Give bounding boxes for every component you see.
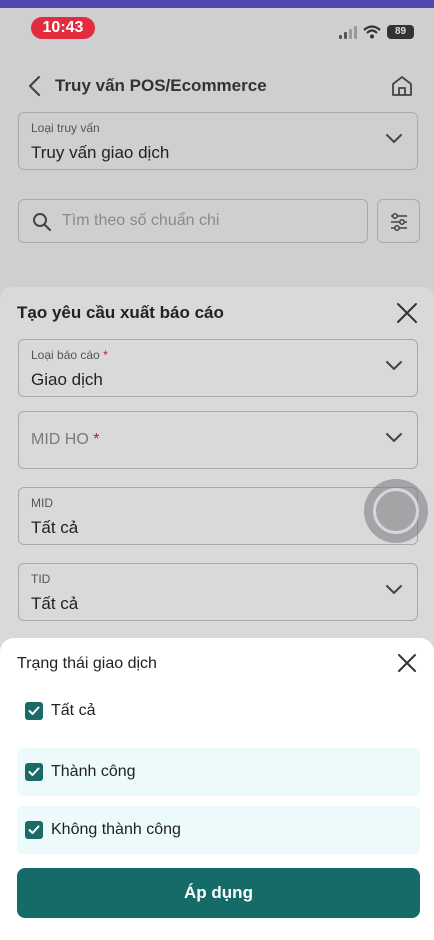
status-option-label: Không thành công [51, 821, 181, 838]
touch-ripple-ring [373, 488, 419, 534]
battery-icon: 89 [387, 25, 414, 39]
tid-label: TID [31, 572, 51, 586]
status-icons: 89 [339, 25, 414, 39]
wifi-icon [363, 25, 381, 39]
search-icon [33, 213, 51, 231]
filter-sliders-icon [391, 213, 407, 231]
status-option-label: Tất cả [51, 702, 96, 719]
close-icon[interactable] [396, 302, 418, 324]
back-arrow-icon[interactable] [24, 74, 46, 98]
status-option-success[interactable]: Thành công [17, 748, 420, 796]
page-title: Truy vấn POS/Ecommerce [55, 76, 267, 95]
nav-bar: Truy vấn POS/Ecommerce [0, 68, 434, 104]
home-icon[interactable] [390, 74, 414, 98]
status-time: 10:43 [31, 17, 95, 39]
close-icon[interactable] [397, 653, 417, 673]
report-type-label: Loại báo cáo * [31, 348, 108, 362]
report-type-label-text: Loại báo cáo [31, 348, 100, 362]
chevron-down-icon [386, 433, 402, 443]
status-sheet-title: Trạng thái giao dịch [17, 655, 157, 672]
search-placeholder: Tìm theo số chuẩn chi [62, 212, 220, 229]
checkbox-checked-icon[interactable] [25, 763, 43, 781]
chevron-down-icon [386, 585, 402, 595]
status-option-failed[interactable]: Không thành công [17, 806, 420, 854]
top-accent-bar [0, 0, 434, 8]
filter-button[interactable] [377, 199, 420, 243]
transaction-status-sheet: Trạng thái giao dịch Tất cả Thành công K… [0, 638, 434, 940]
mid-ho-placeholder-text: MID HO [31, 431, 89, 448]
tid-select[interactable]: TID Tất cả [18, 563, 418, 621]
mid-ho-placeholder: MID HO * [31, 431, 99, 449]
checkbox-checked-icon[interactable] [25, 702, 43, 720]
mid-ho-select[interactable]: MID HO * [18, 411, 418, 469]
report-sheet-title: Tạo yêu cầu xuất báo cáo [17, 303, 224, 322]
mid-value: Tất cả [31, 518, 79, 537]
status-option-label: Thành công [51, 763, 136, 780]
report-type-value: Giao dịch [31, 370, 103, 389]
checkbox-checked-icon[interactable] [25, 821, 43, 839]
search-input[interactable]: Tìm theo số chuẩn chi [18, 199, 368, 243]
tid-value: Tất cả [31, 594, 79, 613]
signal-icon [339, 25, 357, 39]
mid-label: MID [31, 496, 53, 510]
query-type-select[interactable]: Loại truy vấn Truy vấn giao dịch [18, 112, 418, 170]
query-type-label: Loại truy vấn [31, 121, 100, 135]
apply-button[interactable]: Áp dụng [17, 868, 420, 918]
status-option-all[interactable]: Tất cả [17, 687, 420, 735]
touch-ripple [364, 479, 428, 543]
chevron-down-icon [386, 134, 402, 144]
chevron-down-icon [386, 361, 402, 371]
query-type-value: Truy vấn giao dịch [31, 143, 170, 162]
required-marker: * [103, 348, 108, 362]
required-marker: * [93, 431, 100, 448]
mid-select[interactable]: MID Tất cả [18, 487, 418, 545]
report-type-select[interactable]: Loại báo cáo * Giao dịch [18, 339, 418, 397]
